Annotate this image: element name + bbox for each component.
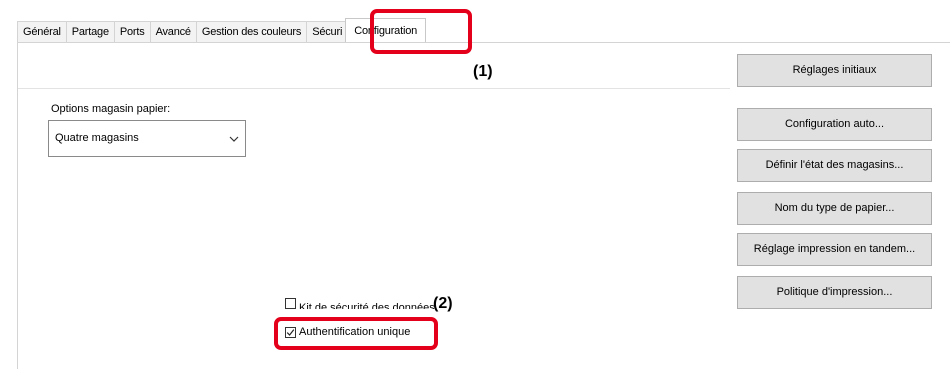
window-top-strip xyxy=(0,0,950,14)
callout-box-configuration-tab xyxy=(370,9,472,54)
paper-type-name-button[interactable]: Nom du type de papier... xyxy=(737,192,932,225)
tab-sharing[interactable]: Partage xyxy=(65,21,115,43)
tab-advanced[interactable]: Avancé xyxy=(149,21,197,43)
callout-number-1: (1) xyxy=(473,63,493,80)
initial-settings-button[interactable]: Réglages initiaux xyxy=(737,54,932,87)
data-security-kit-label: Kit de sécurité des données xyxy=(299,302,435,309)
data-security-kit-checkbox[interactable] xyxy=(285,298,296,309)
print-policy-button[interactable]: Politique d'impression... xyxy=(737,276,932,309)
tray-options-select[interactable]: Quatre magasins xyxy=(48,120,246,157)
tray-status-button[interactable]: Définir l'état des magasins... xyxy=(737,149,932,182)
tab-general[interactable]: Général xyxy=(17,21,67,43)
panel-divider xyxy=(18,88,730,89)
callout-box-single-sign-on xyxy=(274,317,438,350)
callout-number-2: (2) xyxy=(433,295,453,312)
tray-options-value: Quatre magasins xyxy=(55,132,139,144)
tab-color-management[interactable]: Gestion des couleurs xyxy=(195,21,308,43)
tab-ports[interactable]: Ports xyxy=(113,21,151,43)
tab-bar: Général Partage Ports Avancé Gestion des… xyxy=(17,18,427,44)
tandem-print-button[interactable]: Réglage impression en tandem... xyxy=(737,233,932,266)
tab-security[interactable]: Sécuri xyxy=(306,21,347,43)
chevron-down-icon xyxy=(229,136,239,142)
auto-configuration-button[interactable]: Configuration auto... xyxy=(737,108,932,141)
tray-options-label: Options magasin papier: xyxy=(51,103,171,115)
data-security-kit-option[interactable]: Kit de sécurité des données xyxy=(285,298,435,309)
